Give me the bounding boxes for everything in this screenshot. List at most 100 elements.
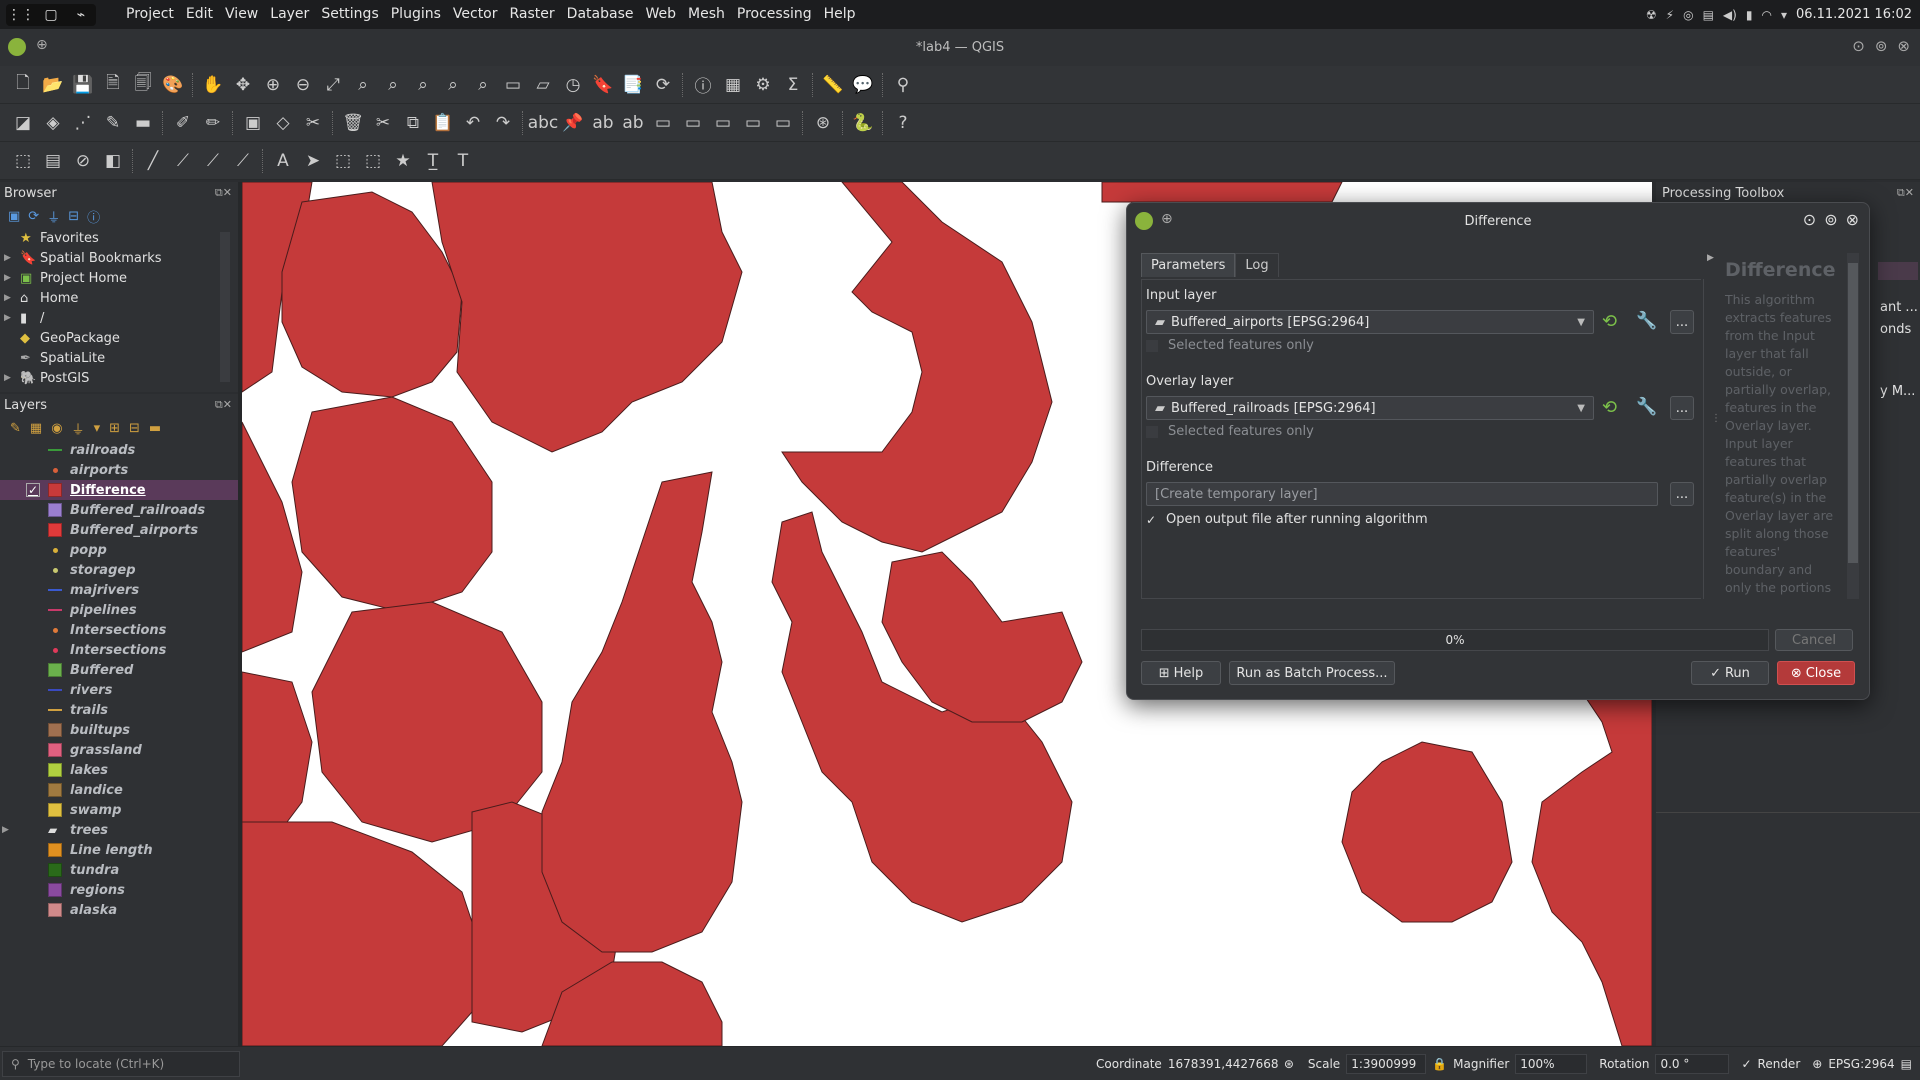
layer-visibility-checkbox[interactable] bbox=[26, 763, 40, 777]
style-manager-icon[interactable]: 🎨 bbox=[158, 70, 188, 100]
measure-icon[interactable]: 📏 bbox=[818, 70, 848, 100]
rect-select-icon[interactable]: ⬚ bbox=[328, 146, 358, 176]
collapse-icon[interactable]: ⊟ bbox=[129, 421, 140, 436]
layer-visibility-checkbox[interactable] bbox=[26, 823, 40, 837]
browser-item[interactable]: ◆ GeoPackage bbox=[4, 328, 238, 348]
menu-edit[interactable]: Edit bbox=[180, 0, 219, 29]
iterate-icon[interactable]: ⟲ bbox=[1602, 397, 1617, 418]
digitize-3-icon[interactable]: ⟋ bbox=[198, 146, 228, 176]
help-scrollbar[interactable] bbox=[1847, 253, 1859, 599]
filter-icon[interactable]: ⏚ bbox=[72, 419, 85, 438]
layer-visibility-checkbox[interactable] bbox=[26, 903, 40, 917]
quickosm-icon[interactable]: ⊛ bbox=[808, 108, 838, 138]
toggle-processing-icon[interactable]: ⚙ bbox=[748, 70, 778, 100]
zoom-to-layer-icon[interactable]: ⌕ bbox=[378, 70, 408, 100]
menu-view[interactable]: View bbox=[219, 0, 264, 29]
new-shapefile-icon[interactable]: ⋰ bbox=[68, 108, 98, 138]
terminal-icon[interactable]: ⌁ bbox=[66, 4, 96, 26]
new-virtual-layer-icon[interactable]: ▬ bbox=[128, 108, 158, 138]
browser-scrollbar[interactable] bbox=[220, 232, 230, 382]
deselect-icon[interactable]: ⊘ bbox=[68, 146, 98, 176]
open-attribute-table-icon[interactable]: ▦ bbox=[718, 70, 748, 100]
identify-icon[interactable]: ⓘ bbox=[688, 70, 718, 100]
filter-icon[interactable]: ⏚ bbox=[47, 207, 60, 226]
pin-icon[interactable]: ⊕ bbox=[36, 37, 48, 53]
label-abc-icon[interactable]: abc bbox=[528, 108, 559, 138]
window-icon[interactable]: ▢ bbox=[36, 4, 66, 26]
undo-icon[interactable]: ↶ bbox=[458, 108, 488, 138]
layer-visibility-checkbox[interactable] bbox=[26, 463, 40, 477]
scale-value[interactable]: 1:3900999 bbox=[1346, 1053, 1427, 1074]
menu-layer[interactable]: Layer bbox=[264, 0, 315, 29]
mouse-icon[interactable]: ⊛ bbox=[1284, 1057, 1294, 1071]
browser-item[interactable]: ★ Favorites bbox=[4, 228, 238, 248]
zoom-native-icon[interactable]: ⌕ bbox=[408, 70, 438, 100]
label-b-icon[interactable]: ab bbox=[618, 108, 648, 138]
rotation-value[interactable]: 0.0 ° bbox=[1655, 1053, 1730, 1074]
collapse-arrow-icon[interactable]: ▶ bbox=[1707, 253, 1714, 263]
node-select-icon[interactable]: ⬚ bbox=[358, 146, 388, 176]
layer-item[interactable]: swamp bbox=[0, 800, 238, 820]
tray-icon-1[interactable]: ☢ bbox=[1646, 8, 1657, 22]
wifi-icon[interactable]: ◠ bbox=[1761, 8, 1771, 22]
input-browse-button[interactable]: ... bbox=[1670, 310, 1694, 334]
layer-visibility-checkbox[interactable] bbox=[26, 803, 40, 817]
layer-item[interactable]: Line length bbox=[0, 840, 238, 860]
layer-visibility-checkbox[interactable] bbox=[26, 723, 40, 737]
coordinate-value[interactable]: 1678391,4427668 bbox=[1168, 1057, 1279, 1071]
layer-visibility-checkbox[interactable]: ✓ bbox=[26, 483, 40, 497]
zoom-to-selection-icon[interactable]: ⌕ bbox=[348, 70, 378, 100]
copy-icon[interactable]: ⧉ bbox=[398, 108, 428, 138]
browser-item[interactable]: ▶ ▣ Project Home bbox=[4, 268, 238, 288]
wrench-icon[interactable]: 🔧 bbox=[1636, 311, 1657, 331]
expand-arrow-icon[interactable]: ▶ bbox=[2, 825, 14, 835]
input-layer-select[interactable]: ▰ Buffered_airports [EPSG:2964] ▼ bbox=[1146, 310, 1594, 334]
panel-close-icon[interactable]: ⧉✕ bbox=[1897, 186, 1914, 200]
vertex-tool-icon[interactable]: ✂ bbox=[298, 108, 328, 138]
star-icon[interactable]: ★ bbox=[388, 146, 418, 176]
new-project-icon[interactable]: 🗋 bbox=[8, 70, 38, 100]
open-project-icon[interactable]: 📂 bbox=[38, 70, 68, 100]
save-edits-icon[interactable]: ▣ bbox=[238, 108, 268, 138]
browser-item[interactable]: ▶ 🔖 Spatial Bookmarks bbox=[4, 248, 238, 268]
layer-item[interactable]: Buffered_railroads bbox=[0, 500, 238, 520]
overlay-browse-button[interactable]: ... bbox=[1670, 396, 1694, 420]
tray-icon-3[interactable]: ◎ bbox=[1683, 8, 1693, 22]
zoom-out-icon[interactable]: ⊖ bbox=[288, 70, 318, 100]
add-icon[interactable]: ▣ bbox=[8, 209, 20, 224]
label-tool-2-icon[interactable]: ▭ bbox=[678, 108, 708, 138]
python-console-icon[interactable]: 🐍 bbox=[848, 108, 878, 138]
run-button[interactable]: ✓ Run bbox=[1691, 661, 1769, 685]
output-browse-button[interactable]: ... bbox=[1670, 482, 1694, 506]
menu-vector[interactable]: Vector bbox=[447, 0, 504, 29]
info-icon[interactable]: ⓘ bbox=[87, 207, 100, 226]
selected-only-2-checkbox[interactable] bbox=[1146, 425, 1158, 438]
messages-icon[interactable]: ▤ bbox=[1901, 1057, 1912, 1071]
pin-label-icon[interactable]: 📌 bbox=[558, 108, 588, 138]
locator-field[interactable]: ⚲ Type to locate (Ctrl+K) bbox=[2, 1050, 240, 1077]
minimize-icon[interactable]: ⊙ bbox=[1852, 37, 1865, 55]
add-feature-icon[interactable]: ◇ bbox=[268, 108, 298, 138]
show-bookmarks-icon[interactable]: 📑 bbox=[618, 70, 648, 100]
layer-item[interactable]: trails bbox=[0, 700, 238, 720]
layer-visibility-checkbox[interactable] bbox=[26, 583, 40, 597]
menu-help[interactable]: Help bbox=[818, 0, 862, 29]
collapse-icon[interactable]: ⊟ bbox=[68, 209, 79, 224]
expand-arrow-icon[interactable]: ▶ bbox=[4, 373, 20, 383]
layer-item[interactable]: pipelines bbox=[0, 600, 238, 620]
text-tool-icon[interactable]: T bbox=[448, 146, 478, 176]
new-3d-view-icon[interactable]: ▱ bbox=[528, 70, 558, 100]
overlay-layer-select[interactable]: ▰ Buffered_railroads [EPSG:2964] ▼ bbox=[1146, 396, 1594, 420]
temporal-controller-icon[interactable]: ◷ bbox=[558, 70, 588, 100]
layer-visibility-checkbox[interactable] bbox=[26, 843, 40, 857]
globe-icon[interactable]: ⊕ bbox=[1812, 1057, 1822, 1071]
refresh-icon[interactable]: ⟳ bbox=[28, 209, 39, 224]
layer-item[interactable]: grassland bbox=[0, 740, 238, 760]
layer-item[interactable]: builtups bbox=[0, 720, 238, 740]
layer-item[interactable]: Intersections bbox=[0, 640, 238, 660]
save-project-icon[interactable]: 💾 bbox=[68, 70, 98, 100]
volume-icon[interactable]: ◀) bbox=[1723, 8, 1737, 22]
layer-item[interactable]: storagep bbox=[0, 560, 238, 580]
crs-button[interactable]: EPSG:2964 bbox=[1828, 1057, 1894, 1071]
text-annotation-icon[interactable]: T̲ bbox=[418, 146, 448, 176]
